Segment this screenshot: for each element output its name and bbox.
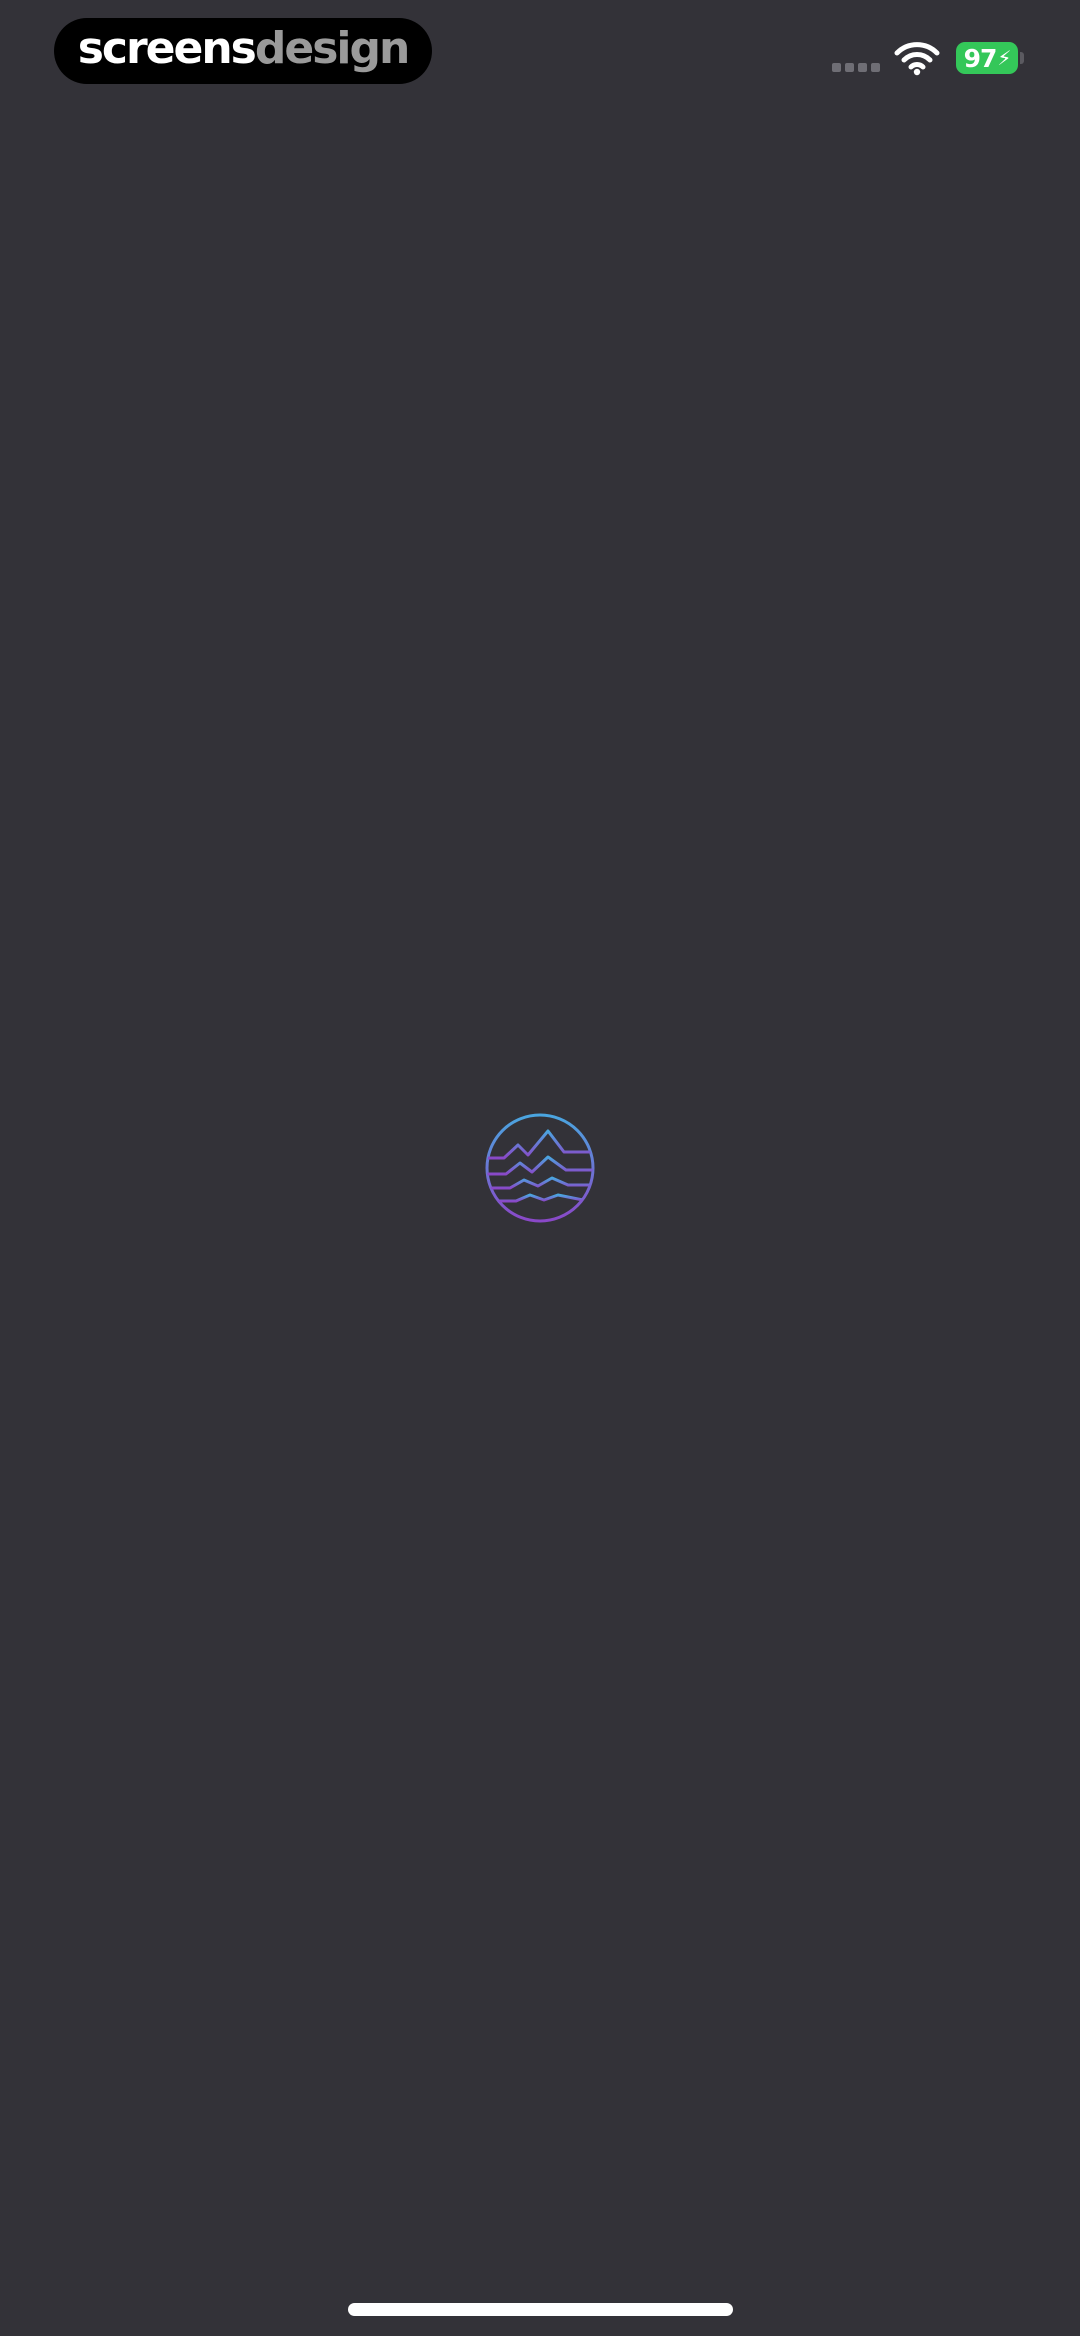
brand-text-secondary: design — [254, 23, 410, 74]
battery-level: 97 — [963, 43, 998, 73]
home-indicator[interactable] — [348, 2303, 733, 2316]
wifi-icon — [894, 42, 940, 76]
brand-text-primary: screens — [77, 23, 257, 74]
mountain-waves-circle-icon — [485, 1113, 595, 1223]
status-bar: screens design 97 ⚡ — [0, 0, 1080, 110]
battery-charging-icon: ⚡ — [997, 46, 1011, 70]
signal-dots-icon — [832, 63, 880, 72]
battery-cap — [1020, 52, 1024, 64]
loading-screen: screens design 97 ⚡ — [0, 0, 1080, 2336]
brand-pill: screens design — [54, 18, 432, 84]
battery-indicator: 97 ⚡ — [956, 42, 1018, 74]
